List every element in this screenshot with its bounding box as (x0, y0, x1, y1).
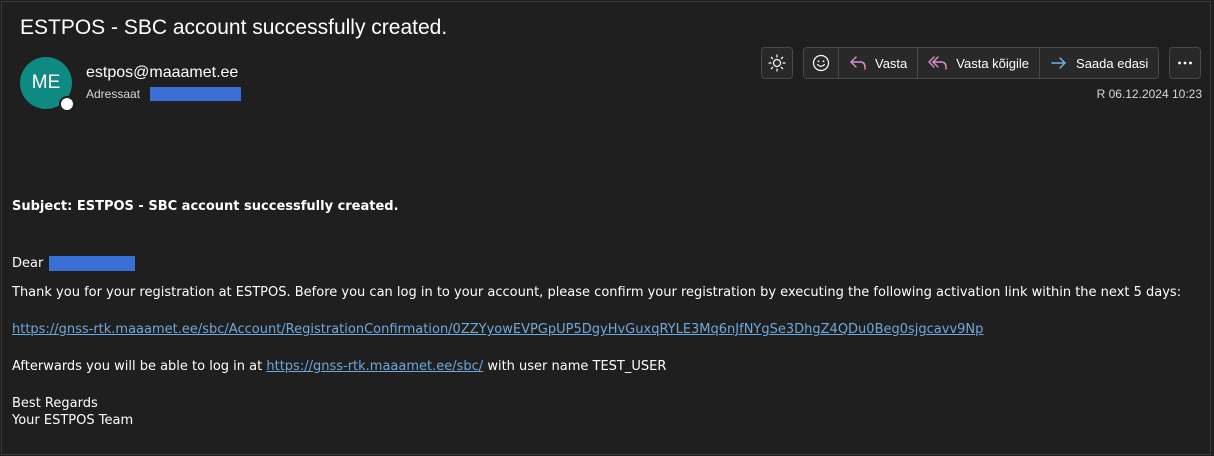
recipient-label: Adressaat (86, 87, 141, 101)
avatar-initials: ME (31, 72, 61, 93)
sender-address[interactable]: estpos@maaamet.ee (86, 64, 238, 82)
reply-all-arrow-icon (928, 55, 948, 71)
closing-text: Best Regards (12, 396, 98, 411)
ellipsis-icon (1177, 60, 1193, 66)
activation-link[interactable]: https://gnss-rtk.maaamet.ee/sbc/Account/… (12, 322, 983, 337)
forward-button[interactable]: Saada edasi (1039, 48, 1159, 78)
forward-arrow-icon (1050, 55, 1068, 71)
greeting-name-redaction (49, 256, 136, 271)
reply-all-button[interactable]: Vasta kõigile (917, 48, 1040, 78)
forward-label: Saada edasi (1076, 55, 1149, 71)
body-subject: Subject: ESTPOS - SBC account successful… (12, 199, 399, 214)
signature-text: Your ESTPOS Team (12, 413, 134, 428)
login-prefix: Afterwards you will be able to log in at (12, 359, 263, 374)
reply-all-label: Vasta kõigile (956, 55, 1030, 71)
smiley-icon (812, 54, 830, 72)
greeting-row: Dear (12, 255, 1208, 272)
more-actions-button[interactable] (1169, 47, 1202, 79)
greeting-text: Dear (12, 256, 44, 271)
sun-icon (768, 54, 786, 72)
recipient-row: Adressaat (86, 87, 242, 101)
email-title: ESTPOS - SBC account successfully create… (20, 16, 448, 39)
registration-paragraph: Thank you for your registration at ESTPO… (12, 285, 1182, 300)
presence-status-icon (59, 96, 75, 112)
login-paragraph: Afterwards you will be able to log in at… (12, 358, 1208, 375)
message-body: Subject: ESTPOS - SBC account successful… (12, 198, 1208, 429)
email-reading-pane: ESTPOS - SBC account successfully create… (1, 1, 1211, 455)
recipient-redaction (150, 87, 242, 101)
reply-button[interactable]: Vasta (838, 48, 918, 78)
reaction-button[interactable] (804, 48, 838, 78)
reply-label: Vasta (875, 55, 908, 71)
received-datetime: R 06.12.2024 10:23 (1096, 87, 1202, 101)
login-link[interactable]: https://gnss-rtk.maaamet.ee/sbc/ (266, 359, 483, 374)
reply-action-group: Vasta Vasta kõigile Saada edasi (803, 47, 1160, 79)
message-toolbar: Vasta Vasta kõigile Saada edasi (761, 47, 1202, 79)
brightness-toggle-button[interactable] (761, 47, 793, 79)
login-suffix: with user name TEST_USER (487, 359, 667, 374)
reply-arrow-icon (849, 55, 867, 71)
